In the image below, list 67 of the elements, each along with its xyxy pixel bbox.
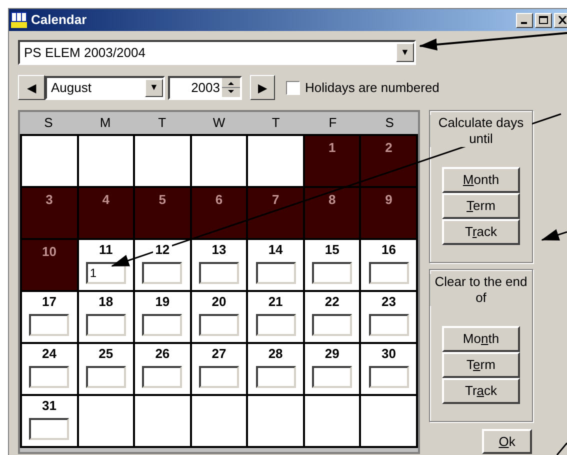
day-input[interactable] <box>86 366 126 388</box>
panel-button[interactable]: Term <box>442 193 520 219</box>
weekday-header: M <box>98 114 112 132</box>
holiday-day-cell[interactable]: 5 <box>135 188 190 238</box>
panel-button[interactable]: Track <box>442 378 520 404</box>
holiday-day-cell[interactable]: 6 <box>192 188 246 238</box>
day-input[interactable] <box>142 262 182 284</box>
day-input[interactable] <box>256 314 296 336</box>
month-value: August <box>50 78 92 97</box>
panel-button[interactable]: Month <box>442 167 520 193</box>
panel-button[interactable]: Track <box>442 219 520 245</box>
month-arrow-button[interactable]: ▼ <box>145 78 163 96</box>
close-button[interactable] <box>554 12 567 28</box>
ok-button[interactable]: Ok <box>482 429 532 454</box>
close-icon <box>558 16 567 24</box>
window-title: Calendar <box>31 11 87 30</box>
day-input[interactable] <box>312 366 352 388</box>
panel-title: Calculate days until <box>430 115 532 147</box>
day-input[interactable] <box>198 262 239 284</box>
day-input[interactable] <box>312 262 352 284</box>
maximize-button[interactable] <box>535 12 552 28</box>
day-input[interactable] <box>368 314 409 336</box>
holidays-checkbox[interactable] <box>286 80 300 94</box>
dropdown-arrow-button[interactable]: ▼ <box>396 43 414 62</box>
holiday-day-cell[interactable]: 7 <box>248 188 303 238</box>
maximize-icon <box>539 16 548 24</box>
day-input[interactable] <box>368 366 409 388</box>
dropdown-value: PS ELEM 2003/2004 <box>23 44 146 62</box>
panel-button[interactable]: Term <box>442 352 520 378</box>
month-dropdown[interactable]: August ▼ <box>45 76 165 100</box>
holiday-day-cell[interactable]: 8 <box>304 188 360 238</box>
day-input[interactable] <box>29 314 70 336</box>
day-input[interactable] <box>256 366 296 388</box>
holiday-day-cell[interactable]: 10 <box>22 240 77 290</box>
previous-month-button[interactable]: ◀ <box>18 75 45 100</box>
weekday-header: T <box>270 114 281 132</box>
weekday-header: T <box>157 114 168 132</box>
day-input[interactable] <box>256 262 296 284</box>
day-input[interactable] <box>29 418 70 440</box>
next-month-button[interactable]: ▶ <box>250 75 275 100</box>
holiday-day-cell[interactable]: 2 <box>361 136 416 186</box>
year-value: 2003 <box>190 78 221 97</box>
panel-button[interactable]: Month <box>442 326 520 352</box>
minimize-button[interactable] <box>516 12 533 28</box>
day-input[interactable] <box>312 314 352 336</box>
day-input[interactable] <box>86 314 126 336</box>
holiday-day-cell[interactable]: 4 <box>78 188 134 238</box>
day-input[interactable]: 1 <box>86 262 126 284</box>
holidays-label: Holidays are numbered <box>305 78 440 97</box>
holiday-day-cell[interactable]: 3 <box>22 188 77 238</box>
day-input[interactable] <box>142 314 182 336</box>
year-spinner[interactable]: 2003 <box>168 76 242 100</box>
day-input[interactable] <box>198 366 239 388</box>
day-input[interactable] <box>368 262 409 284</box>
spin-arrows-icon <box>222 78 240 97</box>
leader-line <box>556 442 567 455</box>
day-input[interactable] <box>198 314 239 336</box>
weekday-header: W <box>212 114 226 132</box>
calendar-dropdown[interactable]: PS ELEM 2003/2004 ▼ <box>18 40 416 65</box>
day-input[interactable] <box>142 366 182 388</box>
holiday-day-cell[interactable]: 1 <box>304 136 360 186</box>
weekday-header: F <box>328 114 338 132</box>
day-input[interactable] <box>29 366 70 388</box>
weekday-header: S <box>43 114 54 132</box>
weekday-header: S <box>384 114 395 132</box>
holiday-day-cell[interactable]: 9 <box>361 188 416 238</box>
app-logo-icon <box>11 12 27 28</box>
